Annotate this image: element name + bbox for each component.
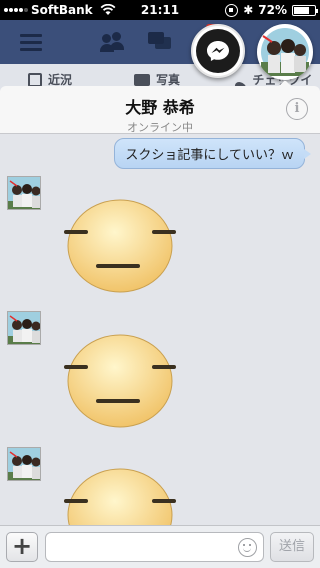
emoji-icon[interactable] [238,538,257,557]
friends-icon[interactable] [100,32,124,52]
contact-avatar[interactable] [7,311,41,345]
chat-head-pointer [277,80,293,88]
outgoing-message-bubble[interactable]: スクショ記事にしていい？ｗ [114,138,311,169]
contact-avatar[interactable] [7,447,41,481]
chat-header: 大野 恭希 オンライン中 i [0,86,320,134]
pencil-icon [28,72,42,87]
contact-status: オンライン中 [127,121,193,134]
attach-button[interactable]: + [6,532,38,562]
battery-percent: 72% [258,3,287,17]
info-icon[interactable]: i [286,98,308,120]
bluetooth-icon: ✱ [243,3,254,17]
chat-panel: 大野 恭希 オンライン中 i スクショ記事にしていい？ｗ + 送信 [0,86,320,568]
messenger-icon [207,41,229,61]
camera-icon [134,73,150,86]
status-bar: SoftBank 21:11 ✱ 72% [0,0,320,20]
expressionless-face-sticker[interactable] [62,194,178,294]
contact-name: 大野 恭希 [125,98,195,117]
message-composer: + 送信 [0,525,320,568]
messages-icon[interactable] [148,32,172,50]
messenger-chat-head[interactable] [191,24,245,78]
avatar [258,25,312,79]
send-button[interactable]: 送信 [270,532,314,562]
rotation-lock-icon [225,3,239,17]
contact-avatar[interactable] [7,176,41,210]
expressionless-face-sticker[interactable] [62,329,178,429]
contact-chat-head[interactable] [257,24,313,80]
menu-icon[interactable] [20,34,42,55]
message-input[interactable] [45,532,264,562]
battery-icon [292,4,318,16]
